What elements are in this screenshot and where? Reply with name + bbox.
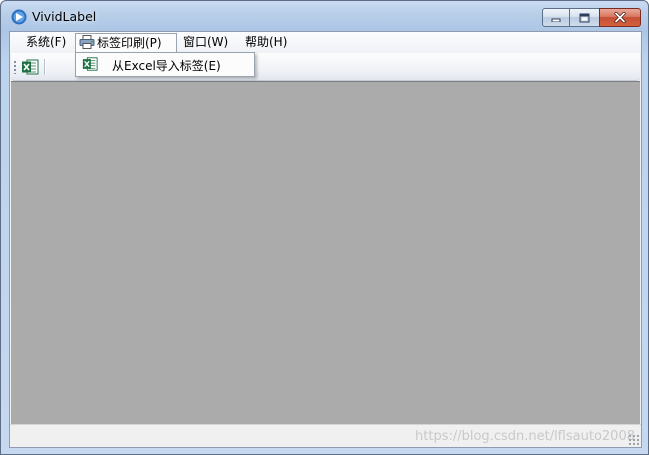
toolbar-grip[interactable] xyxy=(14,60,16,74)
menu-bar: 系统(F) 标签印刷(P) 窗口(W) 帮助(H) xyxy=(10,32,641,53)
printer-icon xyxy=(79,35,95,49)
app-window: VividLabel 系统(F) 标签印刷(P) 窗口(W) 帮助(H) htt… xyxy=(0,0,649,455)
excel-icon xyxy=(22,59,39,75)
watermark-text: https://blog.csdn.net/lflsauto2008 xyxy=(415,429,635,444)
label-print-dropdown: 从Excel导入标签(E) xyxy=(75,52,255,77)
title-bar[interactable]: VividLabel xyxy=(1,1,648,31)
client-area: 系统(F) 标签印刷(P) 窗口(W) 帮助(H) https://blog.c… xyxy=(9,31,642,448)
excel-icon xyxy=(82,57,98,71)
caption-buttons xyxy=(542,8,641,27)
maximize-icon xyxy=(579,13,590,22)
mdi-workspace[interactable] xyxy=(11,81,640,424)
minimize-icon xyxy=(551,18,561,22)
vividlabel-logo-icon xyxy=(11,9,27,25)
menu-help[interactable]: 帮助(H) xyxy=(241,34,291,51)
resize-grip[interactable] xyxy=(628,434,639,445)
menu-item-import-from-excel-label: 从Excel导入标签(E) xyxy=(112,59,221,73)
menu-window-label: 窗口(W) xyxy=(183,35,229,49)
menu-system[interactable]: 系统(F) xyxy=(22,34,70,51)
toolbar-separator xyxy=(44,59,46,75)
minimize-button[interactable] xyxy=(542,8,570,27)
maximize-button[interactable] xyxy=(569,8,600,27)
menu-window[interactable]: 窗口(W) xyxy=(179,34,232,51)
window-title: VividLabel xyxy=(32,9,97,24)
status-bar: https://blog.csdn.net/lflsauto2008 xyxy=(10,424,641,447)
import-excel-toolbar-button[interactable] xyxy=(21,58,39,76)
menu-help-label: 帮助(H) xyxy=(245,35,288,49)
close-button[interactable] xyxy=(599,8,641,27)
menu-system-label: 系统(F) xyxy=(26,35,67,49)
menu-label-print-label: 标签印刷(P) xyxy=(97,36,162,50)
close-icon xyxy=(614,12,626,23)
menu-item-import-from-excel[interactable]: 从Excel导入标签(E) xyxy=(78,54,252,75)
menu-label-print[interactable]: 标签印刷(P) xyxy=(75,33,177,53)
